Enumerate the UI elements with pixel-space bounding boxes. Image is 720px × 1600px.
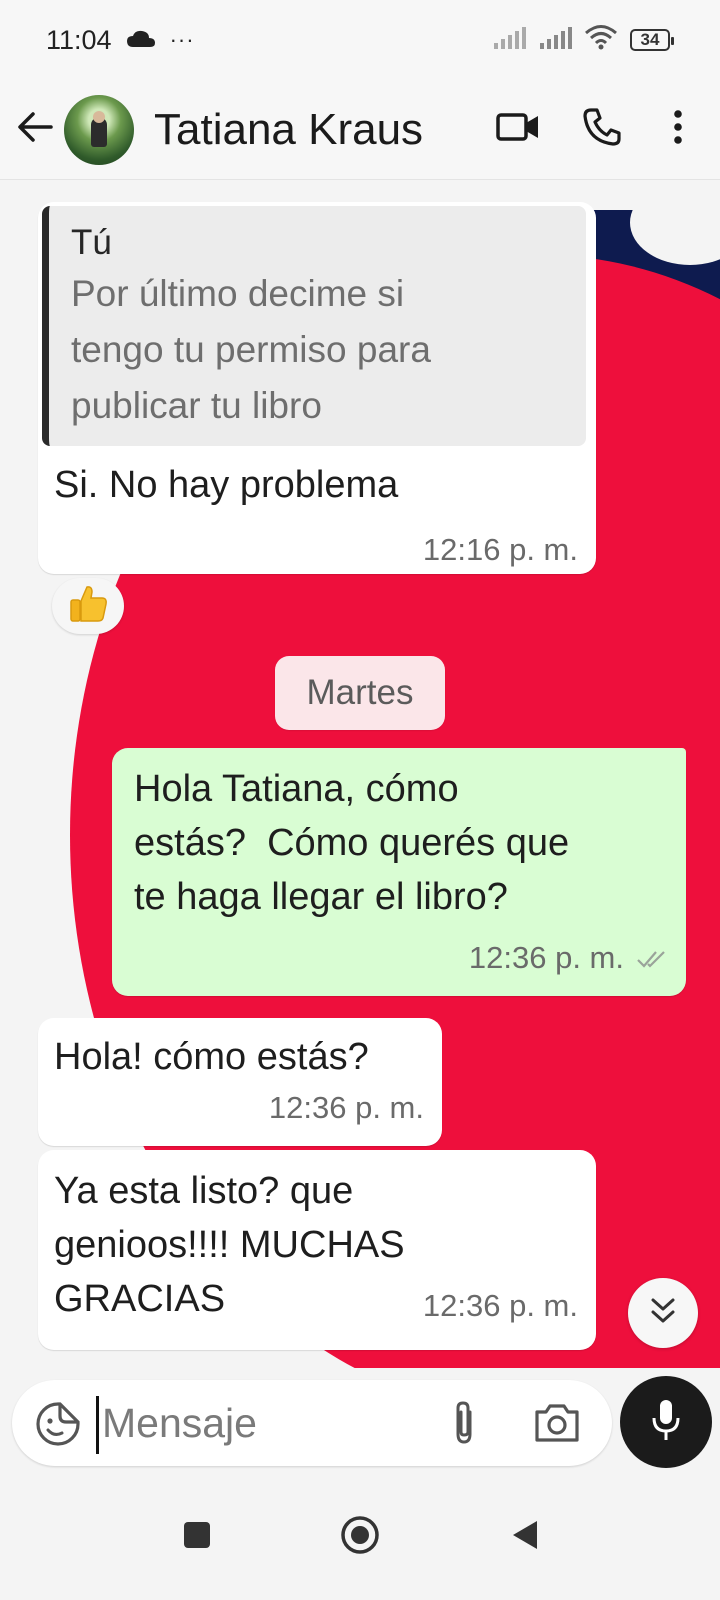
sticker-icon[interactable] [34, 1400, 82, 1448]
message-line: Hola! cómo estás? [54, 1036, 369, 1078]
chevron-double-down-icon [649, 1296, 677, 1331]
status-time: 11:04 [46, 24, 112, 55]
nav-recents-button[interactable] [172, 1512, 222, 1562]
message-input[interactable]: Mensaje [102, 1396, 257, 1450]
more-options-button[interactable] [658, 100, 698, 160]
message-line: estás? Cómo querés que [134, 822, 570, 864]
chat-screen: 11:04 ··· 34 Tatiana Kraus Tú Por último… [0, 0, 720, 1600]
nav-back-icon [511, 1519, 539, 1556]
video-call-button[interactable] [490, 100, 546, 160]
signal-icon [538, 25, 572, 56]
message-line: GRACIAS [54, 1278, 226, 1320]
message-line: Hola Tatiana, cómo [134, 768, 459, 810]
voice-call-button[interactable] [574, 100, 630, 160]
status-ellipsis: ··· [169, 27, 195, 52]
double-check-icon [636, 948, 670, 975]
voice-message-button[interactable] [620, 1376, 712, 1468]
phone-icon [582, 107, 622, 152]
quote-author: Tú [71, 223, 112, 262]
attach-icon[interactable] [444, 1398, 484, 1448]
thumbs-up-icon [67, 583, 109, 630]
quote-line: publicar tu libro [71, 385, 322, 426]
message-line: genioos!!!! MUCHAS [54, 1224, 405, 1266]
message-line: Ya esta listo? que [54, 1170, 354, 1212]
message-input-container[interactable]: Mensaje [12, 1380, 612, 1466]
mic-icon [650, 1398, 682, 1447]
incoming-message[interactable]: Ya esta listo? que genioos!!!! MUCHAS GR… [38, 1150, 596, 1350]
back-button[interactable] [6, 100, 64, 160]
status-left: 11:04 ··· [46, 25, 195, 56]
quoted-message[interactable]: Tú Por último decime si tengo tu permiso… [42, 206, 586, 446]
nav-back-button[interactable] [500, 1512, 550, 1562]
contact-name[interactable]: Tatiana Kraus [154, 105, 490, 155]
nav-circle-icon [340, 1515, 380, 1560]
composer: Mensaje [0, 1368, 720, 1478]
video-call-icon [496, 111, 540, 148]
cloud-icon [126, 25, 156, 56]
message-time: 12:36 p. m. [268, 1090, 424, 1125]
more-options-icon [673, 109, 683, 150]
message-text: Si. No hay problema [54, 464, 399, 506]
quote-line: tengo tu permiso para [71, 329, 431, 370]
outgoing-message[interactable]: Hola Tatiana, cómo estás? Cómo querés qu… [112, 748, 686, 996]
status-right: 34 [492, 24, 674, 57]
message-time: 12:36 p. m. [468, 940, 624, 975]
wifi-icon [584, 24, 618, 57]
message-time: 12:36 p. m. [422, 1288, 578, 1323]
chat-body[interactable]: Tú Por último decime si tengo tu permiso… [0, 180, 720, 1368]
camera-icon[interactable] [532, 1400, 582, 1446]
signal-icon [492, 25, 526, 56]
chat-header: Tatiana Kraus [0, 80, 720, 180]
incoming-message[interactable]: Tú Por último decime si tengo tu permiso… [38, 202, 596, 574]
scroll-to-bottom-button[interactable] [628, 1278, 698, 1348]
message-line: te haga llegar el libro? [134, 876, 508, 918]
back-arrow-icon [17, 111, 53, 148]
incoming-message[interactable]: Hola! cómo estás? 12:36 p. m. [38, 1018, 442, 1146]
text-cursor [96, 1396, 99, 1454]
status-bar: 11:04 ··· 34 [0, 0, 720, 80]
message-time: 12:16 p. m. [422, 532, 578, 567]
avatar[interactable] [64, 94, 134, 165]
battery-icon: 34 [630, 29, 674, 51]
quote-line: Por último decime si [71, 273, 405, 314]
system-nav-bar [0, 1478, 720, 1600]
reaction-badge[interactable] [52, 578, 124, 634]
nav-square-icon [182, 1520, 212, 1555]
nav-home-button[interactable] [335, 1512, 385, 1562]
date-separator: Martes [275, 656, 445, 730]
